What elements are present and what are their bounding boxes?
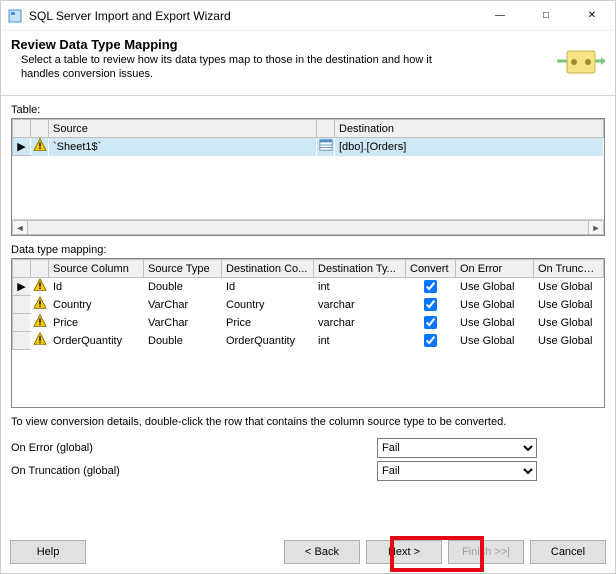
on-truncation-global-select[interactable]: Fail (377, 461, 537, 481)
on-truncation-value[interactable]: Use Global (534, 314, 604, 332)
convert-checkbox-cell[interactable] (406, 278, 456, 296)
help-button[interactable]: Help (10, 540, 86, 564)
mapping-row[interactable]: PriceVarCharPricevarcharUse GlobalUse Gl… (13, 314, 604, 332)
source-column-value: Country (49, 296, 144, 314)
dest-column-value: Country (222, 296, 314, 314)
source-type-value: Double (144, 332, 222, 350)
info-text: To view conversion details, double-click… (11, 416, 605, 428)
dest-icon-header (317, 120, 335, 138)
warning-icon (31, 278, 49, 296)
row-selector[interactable] (13, 314, 31, 332)
row-selector[interactable]: ▶ (13, 138, 31, 156)
convert-checkbox[interactable] (424, 298, 437, 311)
source-value: `Sheet1$` (49, 138, 317, 156)
on-error-value[interactable]: Use Global (456, 314, 534, 332)
destination-column-header[interactable]: Destination (335, 120, 604, 138)
on-truncation-value[interactable]: Use Global (534, 296, 604, 314)
mapping-row[interactable]: OrderQuantityDoubleOrderQuantityintUse G… (13, 332, 604, 350)
warning-icon (31, 332, 49, 350)
app-icon (7, 8, 23, 24)
mapping-label: Data type mapping: (11, 244, 605, 256)
back-button[interactable]: < Back (284, 540, 360, 564)
convert-checkbox[interactable] (424, 280, 437, 293)
convert-checkbox[interactable] (424, 316, 437, 329)
col-on-error[interactable]: On Error (456, 260, 534, 278)
warning-icon (31, 296, 49, 314)
cancel-button[interactable]: Cancel (530, 540, 606, 564)
wizard-header: Review Data Type Mapping Select a table … (1, 31, 615, 96)
convert-checkbox-cell[interactable] (406, 296, 456, 314)
scroll-right-icon[interactable]: ► (588, 220, 604, 235)
on-error-value[interactable]: Use Global (456, 296, 534, 314)
source-column-value: Price (49, 314, 144, 332)
convert-checkbox-cell[interactable] (406, 332, 456, 350)
col-source-column[interactable]: Source Column (49, 260, 144, 278)
wizard-icon (557, 37, 605, 85)
dest-type-value: int (314, 332, 406, 350)
source-icon-header (31, 120, 49, 138)
table-grid[interactable]: Source Destination ▶ `Sheet1$` [dbo].[Orde… (11, 118, 605, 236)
row-selector[interactable] (13, 296, 31, 314)
dest-type-value: varchar (314, 296, 406, 314)
on-error-global-label: On Error (global) (11, 442, 211, 454)
on-error-global-select[interactable]: Fail (377, 438, 537, 458)
col-on-truncation[interactable]: On Truncati... (534, 260, 604, 278)
map-icon-header (31, 260, 49, 278)
on-truncation-global-label: On Truncation (global) (11, 465, 211, 477)
table-icon (317, 138, 335, 156)
row-selector[interactable]: ▶ (13, 278, 31, 296)
warning-icon (31, 138, 49, 156)
on-truncation-value[interactable]: Use Global (534, 278, 604, 296)
source-column-header[interactable]: Source (49, 120, 317, 138)
table-label: Table: (11, 104, 605, 116)
source-type-value: Double (144, 278, 222, 296)
map-corner (13, 260, 31, 278)
source-type-value: VarChar (144, 314, 222, 332)
col-dest-type[interactable]: Destination Ty... (314, 260, 406, 278)
scroll-left-icon[interactable]: ◄ (12, 220, 28, 235)
table-hscrollbar[interactable]: ◄ ► (12, 219, 604, 235)
window-title: SQL Server Import and Export Wizard (29, 9, 231, 23)
on-truncation-value[interactable]: Use Global (534, 332, 604, 350)
col-convert[interactable]: Convert (406, 260, 456, 278)
dest-type-value: int (314, 278, 406, 296)
convert-checkbox[interactable] (424, 334, 437, 347)
minimize-button[interactable]: — (477, 1, 523, 31)
row-selector[interactable] (13, 332, 31, 350)
close-button[interactable]: ✕ (569, 1, 615, 31)
convert-checkbox-cell[interactable] (406, 314, 456, 332)
maximize-button[interactable]: □ (523, 1, 569, 31)
titlebar: SQL Server Import and Export Wizard — □ … (1, 1, 615, 31)
page-title: Review Data Type Mapping (11, 37, 549, 52)
mapping-grid[interactable]: Source Column Source Type Destination Co… (11, 258, 605, 408)
dest-column-value: OrderQuantity (222, 332, 314, 350)
source-type-value: VarChar (144, 296, 222, 314)
col-source-type[interactable]: Source Type (144, 260, 222, 278)
source-column-value: OrderQuantity (49, 332, 144, 350)
destination-value: [dbo].[Orders] (335, 138, 604, 156)
col-dest-column[interactable]: Destination Co... (222, 260, 314, 278)
mapping-row[interactable]: CountryVarCharCountryvarcharUse GlobalUs… (13, 296, 604, 314)
table-row[interactable]: ▶ `Sheet1$` [dbo].[Orders] (13, 138, 604, 156)
dest-column-value: Id (222, 278, 314, 296)
button-bar: Help < Back Next > Finish >>| Cancel (0, 536, 616, 568)
on-error-value[interactable]: Use Global (456, 278, 534, 296)
dest-column-value: Price (222, 314, 314, 332)
scroll-track[interactable] (28, 220, 588, 235)
row-header-corner (13, 120, 31, 138)
dest-type-value: varchar (314, 314, 406, 332)
source-column-value: Id (49, 278, 144, 296)
warning-icon (31, 314, 49, 332)
mapping-row[interactable]: ▶IdDoubleIdintUse GlobalUse Global (13, 278, 604, 296)
on-error-value[interactable]: Use Global (456, 332, 534, 350)
page-subtitle: Select a table to review how its data ty… (21, 54, 451, 82)
next-button[interactable]: Next > (366, 540, 442, 564)
finish-button: Finish >>| (448, 540, 524, 564)
